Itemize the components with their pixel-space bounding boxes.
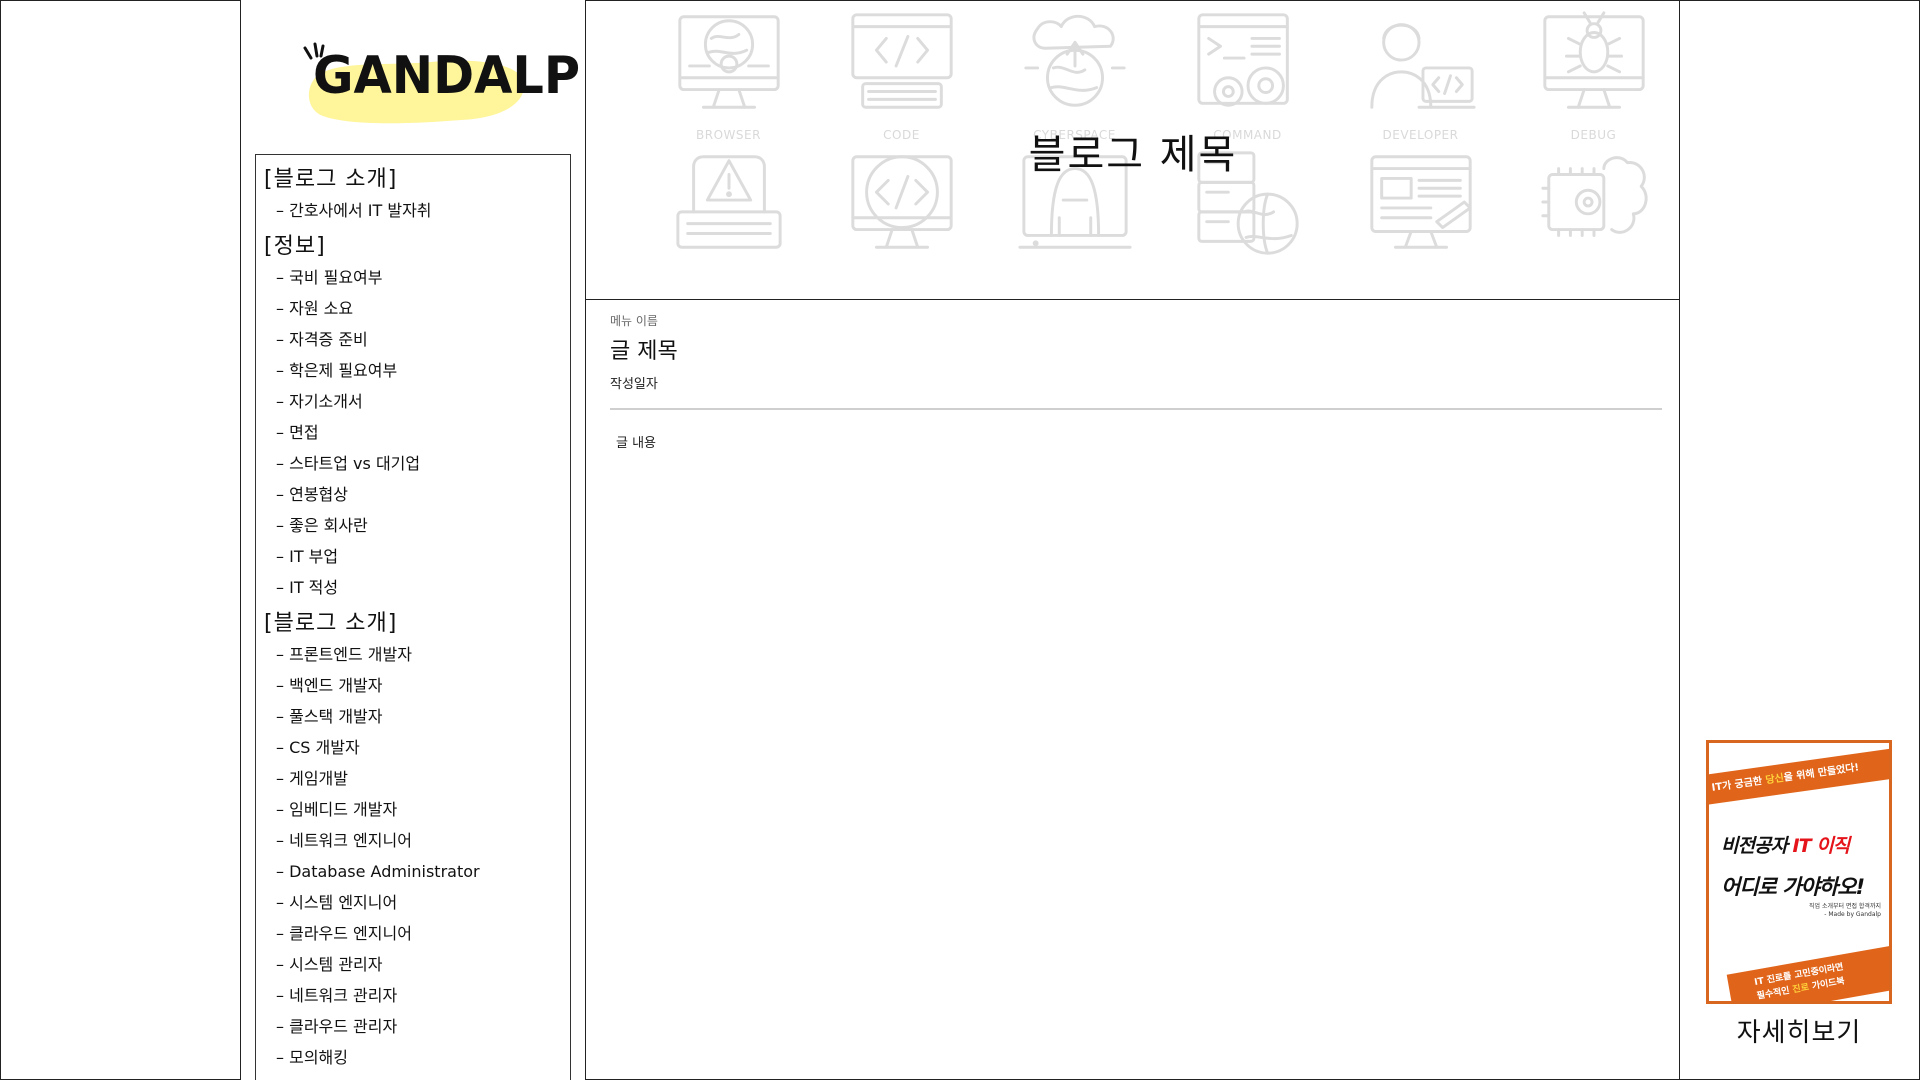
post-date: 작성일자 — [610, 377, 658, 392]
sidebar-menu-item[interactable]: 좋은 회사란 — [264, 510, 570, 541]
sidebar-menu-item[interactable]: 게임개발 — [264, 763, 570, 794]
sidebar-menu-item[interactable]: 연봉협상 — [264, 479, 570, 510]
ad-small-text: 직업 소개부터 면접 합격까지 - Made by Gandalp — [1809, 903, 1881, 919]
sidebar-menu-item[interactable]: 자원 소요 — [264, 293, 570, 324]
post-divider — [610, 408, 1662, 410]
ad-headline-2: 어디로 가야하오! — [1721, 875, 1865, 899]
sidebar-menu-item[interactable]: 자격증 준비 — [264, 324, 570, 355]
sidebar-menu-item[interactable]: 백엔드 개발자 — [264, 670, 570, 701]
sidebar-menu-item[interactable]: 자기소개서 — [264, 386, 570, 417]
sidebar-menu-item[interactable]: 스타트업 vs 대기업 — [264, 448, 570, 479]
sidebar: GANDALP [블로그 소개]간호사에서 IT 발자취[정보]국비 필요여부자… — [240, 0, 586, 1080]
command-icon — [1189, 4, 1307, 126]
sidebar-menu-item[interactable]: Database Administrator — [264, 856, 570, 887]
ad-bottom-band-2b: 가이드북 — [1808, 976, 1846, 993]
sidebar-menu-item[interactable]: CS 개발자 — [264, 732, 570, 763]
blog-title: 블로그 제목 — [1028, 132, 1238, 178]
sidebar-menu-item[interactable]: 간호사에서 IT 발자취 — [264, 195, 570, 226]
ad-headline-1-a: 비전공자 — [1721, 835, 1793, 857]
ad-small-2: - Made by Gandalp — [1824, 911, 1881, 918]
guidebook-ad-banner[interactable]: IT가 궁금한 당신을 위해 만들었다! 비전공자 IT 이직 어디로 가야하오… — [1706, 740, 1892, 1004]
sidebar-menu-item[interactable]: 풀스택 개발자 — [264, 701, 570, 732]
ad-small-1: 직업 소개부터 면접 합격까지 — [1809, 903, 1881, 910]
menu-group-title: [블로그 소개] — [264, 611, 398, 636]
sidebar-menu-item[interactable]: 시스템 관리자 — [264, 949, 570, 980]
sidebar-menu-item[interactable]: 학은제 필요여부 — [264, 355, 570, 386]
sidebar-menu-item[interactable]: 시스템 엔지니어 — [264, 887, 570, 918]
developer-icon — [1362, 4, 1480, 126]
sidebar-menu-item[interactable]: 네트워크 엔지니어 — [264, 825, 570, 856]
post: 메뉴 이름 글 제목 작성일자 글 내용 — [610, 312, 1662, 451]
cyberspace-icon — [1016, 4, 1134, 126]
sidebar-menu-item[interactable]: 클라우드 관리자 — [264, 1011, 570, 1042]
sidebar-menu-item[interactable]: 프론트엔드 개발자 — [264, 639, 570, 670]
sidebar-menu-item[interactable]: IT 적성 — [264, 572, 570, 603]
sidebar-menu-item[interactable]: 네트워크 관리자 — [264, 980, 570, 1011]
sidebar-menu-item[interactable]: 면접 — [264, 417, 570, 448]
see-more-link[interactable]: 자세히보기 — [1706, 1012, 1892, 1049]
sidebar-menu-item[interactable]: 클라우드 엔지니어 — [264, 918, 570, 949]
ad-top-band: IT가 궁금한 당신을 위해 만들었다! — [1709, 745, 1889, 807]
ad-bottom-band-2a: 필수적인 — [1756, 985, 1794, 1002]
sidebar-menu-item[interactable]: 임베디드 개발자 — [264, 794, 570, 825]
menu-group-title: [정보] — [264, 234, 326, 259]
logo-text: GANDALP — [313, 46, 581, 106]
logo[interactable]: GANDALP — [301, 40, 580, 130]
ad-headline-1-red: IT 이직 — [1792, 835, 1851, 857]
browser-icon — [670, 4, 788, 126]
sidebar-menu-item[interactable]: 모의해킹 — [264, 1042, 570, 1073]
ad-bottom-band: IT 진로를 고민중이라면 필수적인 진로 가이드북 — [1726, 939, 1889, 1002]
ad-bottom-band-2hl: 진로 — [1791, 982, 1810, 996]
menu-group: [블로그 소개] 프론트엔드 개발자백엔드 개발자풀스택 개발자CS 개발자게임개… — [264, 609, 570, 1073]
ad-headline-1: 비전공자 IT 이직 — [1721, 831, 1851, 858]
sidebar-menu-item[interactable]: 국비 필요여부 — [264, 262, 570, 293]
ad-top-band-text-a: IT가 궁금한 — [1711, 775, 1767, 794]
post-body: 글 내용 — [616, 436, 657, 451]
menu-group-title: [블로그 소개] — [264, 167, 398, 192]
post-title: 글 제목 — [610, 339, 678, 364]
main-content: BROWSER CODE CYBERSPACE COMMAND DEVELOPER DEB… — [586, 0, 1680, 1080]
menu-group: [블로그 소개] 간호사에서 IT 발자취 — [264, 165, 570, 226]
code-icon — [843, 4, 961, 126]
ad-top-band-highlight: 당신 — [1764, 772, 1785, 787]
hero-banner: BROWSER CODE CYBERSPACE COMMAND DEVELOPER DEB… — [586, 0, 1680, 300]
sidebar-menu-item[interactable]: IT 부업 — [264, 541, 570, 572]
sidebar-menu: [블로그 소개] 간호사에서 IT 발자취 [정보] 국비 필요여부자원 소요자격증 … — [255, 154, 571, 1080]
post-menu-name: 메뉴 이름 — [610, 314, 658, 328]
menu-group: [정보] 국비 필요여부자원 소요자격증 준비학은제 필요여부자기소개서면접스타트… — [264, 232, 570, 603]
ad-top-band-text-b: 을 위해 만들었다! — [1783, 762, 1860, 784]
debug-icon — [1535, 4, 1653, 126]
